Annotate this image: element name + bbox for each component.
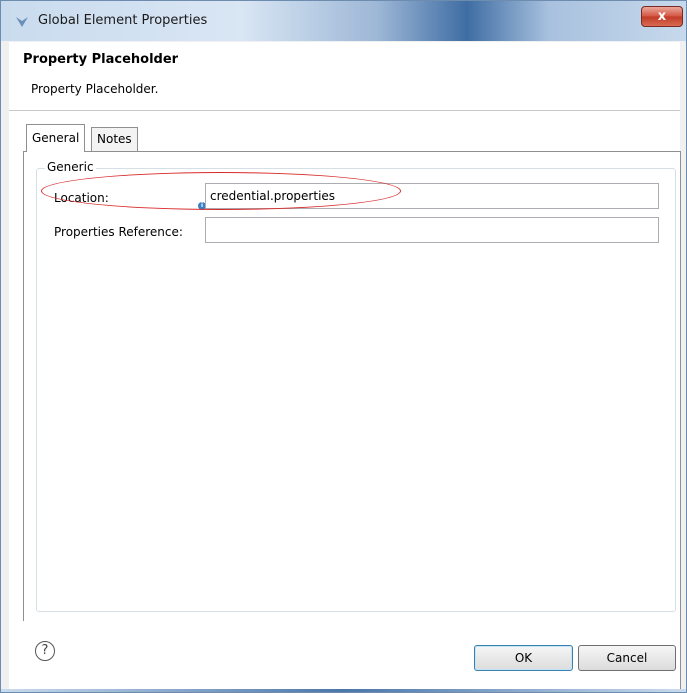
dialog-window: Global Element Properties x Property Pla… — [0, 0, 687, 693]
location-label: Location: — [54, 191, 109, 205]
tab-general[interactable]: General — [26, 124, 86, 152]
group-legend: Generic — [45, 160, 96, 174]
help-icon[interactable]: ? — [35, 641, 55, 661]
close-icon: x — [657, 9, 667, 24]
tab-panel: Generic Location: i credential.propertie… — [23, 151, 681, 692]
properties-reference-input[interactable] — [205, 217, 659, 243]
ok-button[interactable]: OK — [474, 645, 573, 671]
header-description: Property Placeholder. — [31, 82, 159, 96]
cancel-button[interactable]: Cancel — [578, 645, 676, 671]
close-button[interactable]: x — [641, 6, 683, 27]
header-title: Property Placeholder — [23, 52, 179, 67]
dialog-header: Property Placeholder Property Placeholde… — [9, 42, 680, 111]
tab-notes[interactable]: Notes — [91, 127, 138, 151]
properties-reference-label: Properties Reference: — [54, 225, 183, 239]
window-title: Global Element Properties — [38, 13, 208, 28]
window-bottom-border — [1, 689, 686, 692]
location-input[interactable]: credential.properties — [205, 183, 659, 209]
dialog-content: General Notes Generic Location: i creden… — [9, 111, 681, 692]
dialog-footer: ? OK Cancel — [9, 621, 680, 691]
title-bar[interactable]: Global Element Properties x — [1, 1, 686, 41]
app-icon — [16, 17, 28, 27]
